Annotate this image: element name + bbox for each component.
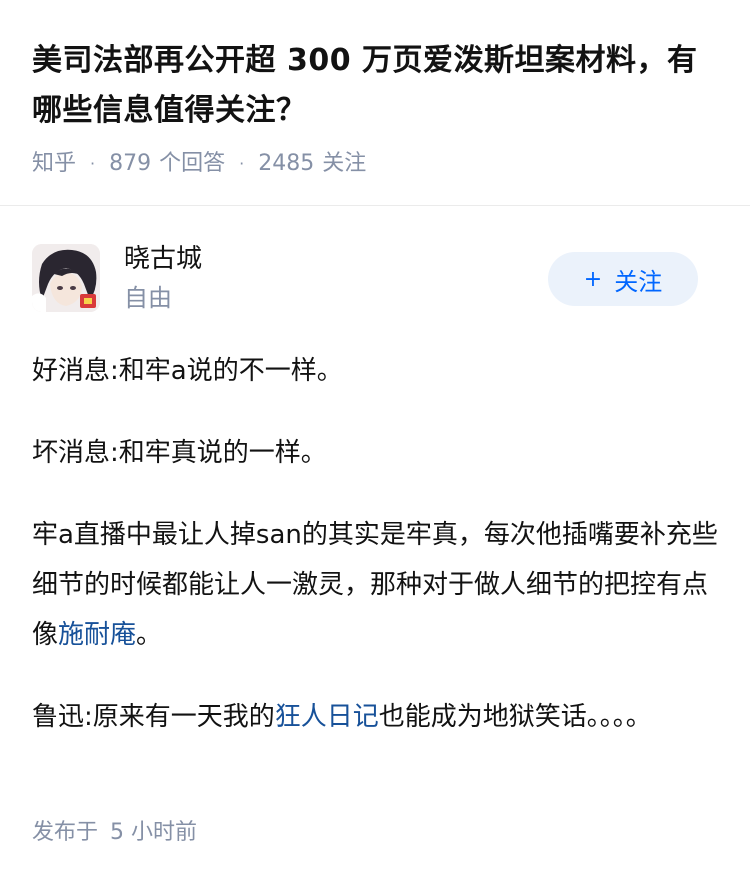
plus-icon: + bbox=[583, 266, 603, 292]
question-title[interactable]: 美司法部再公开超 300 万页爱泼斯坦案材料，有哪些信息值得关注？ bbox=[32, 36, 718, 136]
answer-paragraph: 坏消息:和牢真说的一样。 bbox=[32, 438, 327, 468]
keyword-link[interactable]: 施耐庵 bbox=[58, 620, 136, 650]
published-label: 发布于 bbox=[32, 820, 99, 845]
paragraph-text: 也能成为地狱笑话。。。。 bbox=[378, 702, 652, 732]
question-header: 美司法部再公开超 300 万页爱泼斯坦案材料，有哪些信息值得关注？ 知乎 · 8… bbox=[0, 0, 750, 178]
follow-button-label: 关注 bbox=[614, 267, 663, 296]
answer-paragraph: 牢a直播中最让人掉san的其实是牢真，每次他插嘴要补充些细节的时候都能让人一激灵… bbox=[32, 510, 718, 660]
follow-button[interactable]: + 关注 bbox=[548, 252, 698, 306]
meta-separator: · bbox=[90, 154, 96, 173]
author-name[interactable]: 晓古城 bbox=[124, 242, 202, 276]
answer-count-label: 个回答 bbox=[159, 151, 226, 176]
keyword-link[interactable]: 狂人日记 bbox=[275, 702, 379, 732]
author-info: 晓古城 自由 bbox=[124, 242, 202, 314]
answer-count: 879 bbox=[109, 151, 152, 176]
avatar-image bbox=[32, 244, 100, 312]
author-card: 晓古城 自由 + 关注 bbox=[0, 242, 750, 314]
answer-paragraph: 好消息:和牢a说的不一样。 bbox=[32, 356, 343, 386]
paragraph-text: 。 bbox=[136, 620, 163, 650]
follower-count: 2485 bbox=[258, 151, 315, 176]
answer-paragraph: 鲁迅:原来有一天我的狂人日记也能成为地狱笑话。。。。 bbox=[32, 692, 718, 742]
paragraph-text: 鲁迅:原来有一天我的 bbox=[32, 702, 275, 732]
avatar[interactable] bbox=[32, 244, 100, 312]
answer-content: 好消息:和牢a说的不一样。 坏消息:和牢真说的一样。 牢a直播中最让人掉san的… bbox=[0, 346, 750, 742]
section-divider bbox=[0, 205, 750, 206]
meta-separator: · bbox=[239, 154, 245, 173]
publish-info: 发布于 5 小时前 bbox=[32, 818, 197, 848]
source-label: 知乎 bbox=[32, 151, 77, 176]
published-time: 5 小时前 bbox=[110, 820, 198, 845]
question-meta: 知乎 · 879 个回答 · 2485 关注 bbox=[32, 150, 718, 178]
author-headline: 自由 bbox=[124, 284, 172, 312]
follower-count-label: 关注 bbox=[322, 151, 367, 176]
